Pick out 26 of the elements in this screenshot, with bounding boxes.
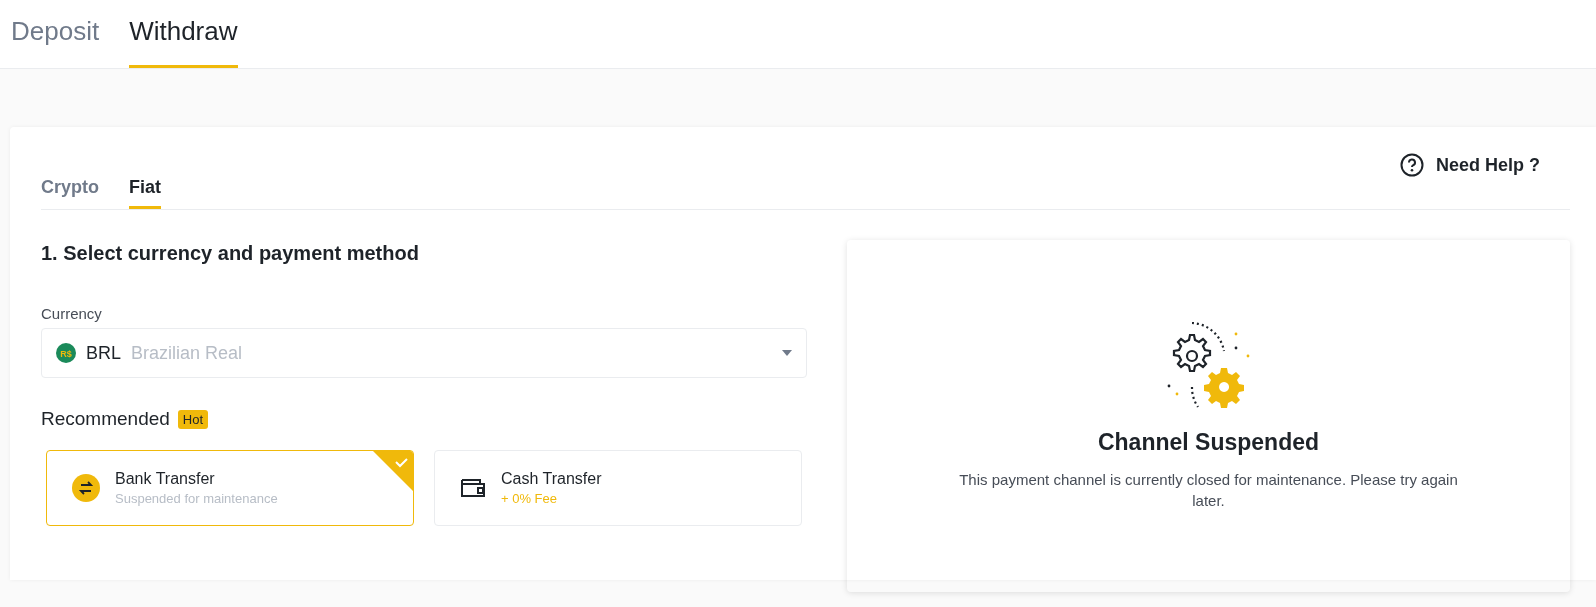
tab[interactable]: Withdraw [129, 4, 238, 68]
selected-check-icon [373, 451, 413, 491]
notice-title: Channel Suspended [1097, 429, 1320, 457]
currency-icon: R$ [56, 343, 76, 363]
wallet-icon [459, 476, 487, 500]
dropdown-caret-icon [782, 350, 792, 356]
help-icon [1399, 153, 1424, 177]
method-name: Bank Transfer [115, 470, 216, 488]
method-name: Cash Transfer [501, 470, 602, 488]
payment-method-option[interactable]: Bank Transfer Suspended for maintenance [46, 450, 414, 526]
payment-method-option[interactable]: Cash Transfer + 0% Fee [434, 450, 802, 526]
notice-message: This payment channel is currently closed for maintenance. Please try again later. [958, 470, 1459, 511]
method-detail: + 0% Fee [501, 491, 558, 506]
step-title: 1. Select currency and payment method [41, 242, 420, 265]
currency-select[interactable]: R$ BRL Brazilian Real [41, 328, 807, 378]
recommended-label: Recommended [41, 408, 170, 430]
tab[interactable]: Fiat [129, 173, 161, 209]
need-help-link[interactable]: Need Help ? [1399, 153, 1540, 177]
tab[interactable]: Crypto [41, 173, 99, 209]
currency-name: Brazilian Real [131, 342, 244, 364]
tab[interactable]: Deposit [11, 4, 100, 68]
method-detail: Suspended for maintenance [115, 491, 278, 506]
currency-label: Currency [41, 305, 103, 322]
hot-badge: Hot [177, 409, 209, 429]
exchange-arrows-icon [71, 473, 101, 503]
currency-code: BRL [86, 342, 121, 364]
